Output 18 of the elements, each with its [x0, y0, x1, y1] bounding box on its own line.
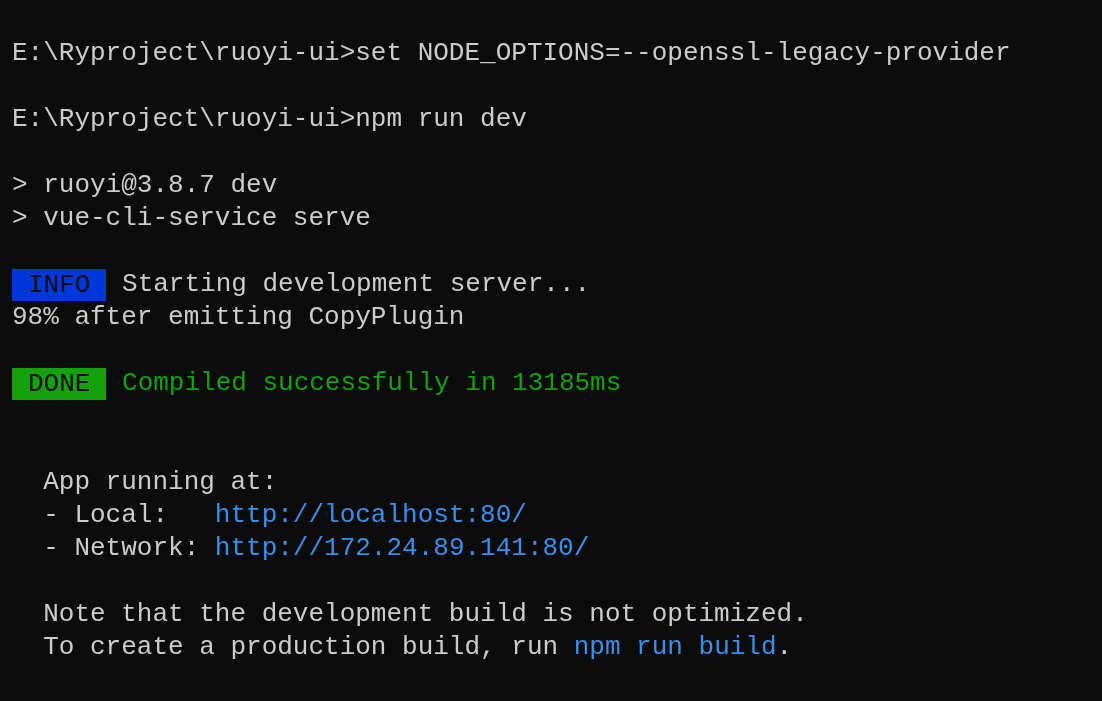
- terminal-text: App running at:: [42, 466, 278, 499]
- terminal-text: Note that the development build is not optimized.: [42, 598, 808, 631]
- url-text: http://172.24.89.141:80/: [214, 532, 590, 565]
- terminal-text: .: [776, 631, 793, 664]
- terminal-text: > ruoyi@3.8.7 dev: [12, 169, 278, 202]
- terminal-text: Starting development server...: [121, 268, 591, 301]
- success-message: Compiled successfully in 13185ms: [121, 367, 622, 400]
- terminal-text: To create a production build, run: [42, 631, 560, 664]
- terminal-text: E:\Ryproject\ruoyi-ui>npm run dev: [12, 103, 527, 136]
- url-text: http://localhost:80/: [214, 499, 527, 532]
- terminal-text: 98% after emitting CopyPlugin: [12, 301, 465, 334]
- terminal-text: - Local:: [42, 499, 170, 532]
- terminal-text: > vue-cli-service serve: [12, 202, 371, 235]
- url-text: npm run build: [573, 631, 777, 664]
- terminal-text: E:\Ryproject\ruoyi-ui>set NODE_OPTIONS=--openssl-legacy-provider: [12, 37, 1011, 70]
- terminal-text: - Network:: [42, 532, 201, 565]
- status-badge: INFO: [12, 268, 107, 301]
- status-badge: DONE: [12, 367, 107, 400]
